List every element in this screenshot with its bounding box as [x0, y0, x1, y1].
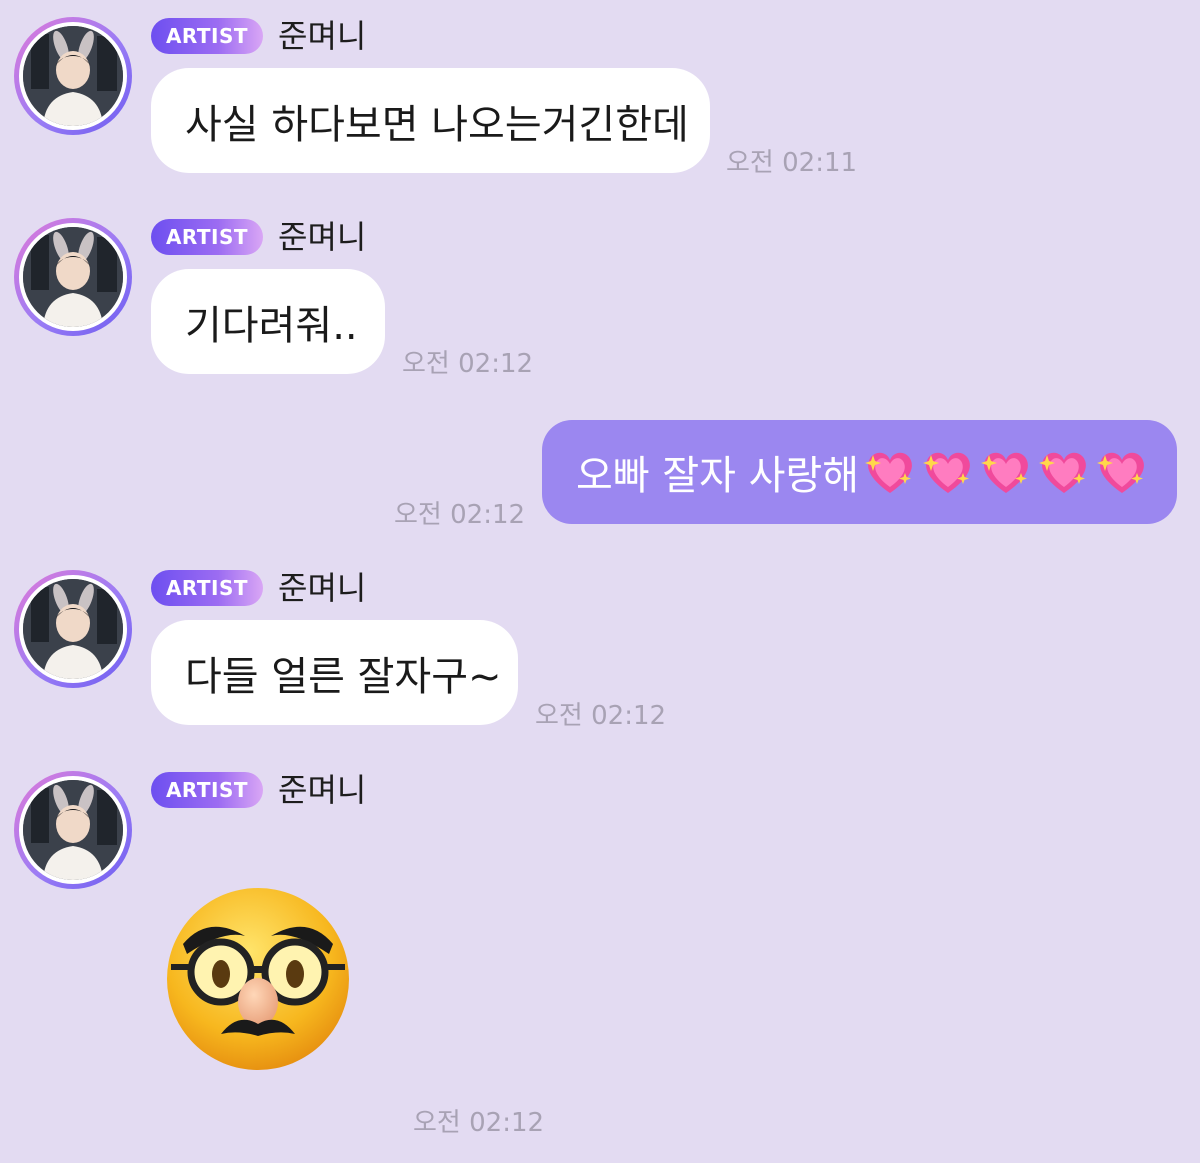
avatar[interactable] — [14, 570, 132, 688]
message-time: 오전 02:12 — [394, 500, 526, 530]
profile-photo — [23, 579, 123, 679]
profile-photo — [23, 227, 123, 327]
sender-name: 준며니 — [278, 569, 367, 607]
sender-name: 준며니 — [278, 771, 367, 809]
profile-photo — [23, 780, 123, 880]
emoji-group — [863, 447, 1149, 497]
avatar[interactable] — [14, 771, 132, 889]
artist-badge: ARTIST — [151, 219, 263, 255]
disguised-face-icon[interactable] — [163, 884, 353, 1074]
sparkling-heart-icon — [979, 447, 1033, 497]
sparkling-heart-icon — [921, 447, 975, 497]
sender-name: 준며니 — [278, 17, 367, 55]
artist-badge: ARTIST — [151, 18, 263, 54]
message-time: 오전 02:12 — [402, 349, 534, 379]
sparkling-heart-icon — [863, 447, 917, 497]
message-time: 오전 02:12 — [413, 1108, 545, 1138]
sender-name: 준며니 — [278, 218, 367, 256]
message-bubble[interactable]: 사실 하다보면 나오는거긴한데 — [151, 68, 710, 173]
message-time: 오전 02:12 — [535, 701, 667, 731]
profile-photo — [23, 26, 123, 126]
avatar[interactable] — [14, 218, 132, 336]
artist-badge: ARTIST — [151, 772, 263, 808]
artist-badge: ARTIST — [151, 570, 263, 606]
sparkling-heart-icon — [1037, 447, 1091, 497]
message-bubble[interactable]: 기다려줘.. — [151, 269, 385, 374]
message-text: 오빠 잘자 사랑해 — [576, 453, 860, 499]
message-bubble[interactable]: 다들 얼른 잘자구~ — [151, 620, 518, 725]
sparkling-heart-icon — [1095, 447, 1149, 497]
my-message-bubble[interactable]: 오빠 잘자 사랑해 — [542, 420, 1177, 524]
message-time: 오전 02:11 — [726, 148, 858, 178]
avatar[interactable] — [14, 17, 132, 135]
